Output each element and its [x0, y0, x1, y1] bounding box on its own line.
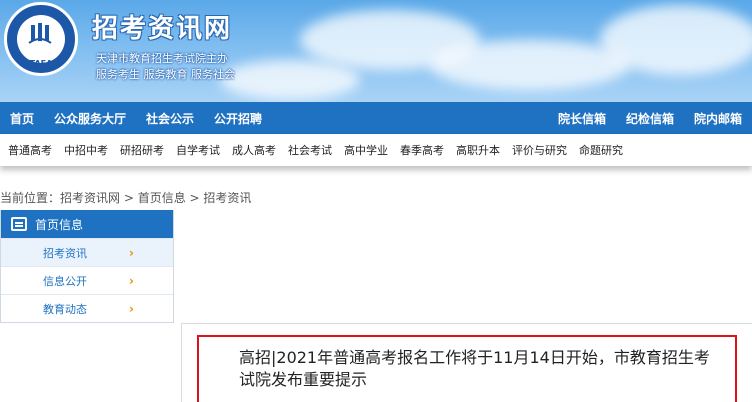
article-title-box: 高招|2021年普通高考报名工作将于11月14日开始，市教育招生考试院发布重要提…	[197, 335, 737, 402]
nav-discipline-mailbox[interactable]: 纪检信箱	[616, 110, 684, 127]
sidebar-item-label: 教育动态	[43, 302, 87, 316]
chevron-right-icon: ›	[129, 273, 134, 288]
subnav-item[interactable]: 中招中考	[58, 142, 114, 158]
subnav-item[interactable]: 命题研究	[573, 142, 629, 158]
subnav-item[interactable]: 评价与研究	[506, 142, 573, 158]
nav-home[interactable]: 首页	[0, 110, 44, 127]
breadcrumb-separator: >	[120, 191, 138, 205]
subnav-item[interactable]: 春季高考	[394, 142, 450, 158]
sidebar-item-label: 招考资讯	[43, 246, 87, 260]
subnav-item[interactable]: 高职升本	[450, 142, 506, 158]
main-nav: 首页 公众服务大厅 社会公示 公开招聘 院长信箱 纪检信箱 院内邮箱	[0, 102, 752, 134]
sidebar-item-information-disclosure[interactable]: 信息公开 ›	[1, 266, 173, 294]
subnav-item[interactable]: 高中学业	[338, 142, 394, 158]
breadcrumb-link[interactable]: 招考资讯	[203, 191, 251, 205]
breadcrumb-prefix: 当前位置：	[0, 191, 61, 205]
sidebar-item-admission-news[interactable]: 招考资讯 ›	[1, 238, 173, 266]
sub-nav: 普通高考 中招中考 研招研考 自学考试 成人高考 社会考试 高中学业 春季高考 …	[0, 134, 752, 166]
sidebar-item-education-news[interactable]: 教育动态 ›	[1, 294, 173, 322]
list-icon	[11, 217, 27, 231]
chevron-right-icon: ›	[129, 245, 134, 260]
breadcrumb-link[interactable]: 首页信息	[138, 191, 186, 205]
breadcrumb-separator: >	[185, 191, 204, 205]
subnav-item[interactable]: 研招研考	[114, 142, 170, 158]
sidebar-title: 首页信息	[35, 217, 84, 232]
breadcrumb: 当前位置：招考资讯网 > 首页信息 > 招考资讯	[0, 189, 251, 206]
subnav-item[interactable]: 社会考试	[282, 142, 338, 158]
site-header: TAEA 招考资讯网 天津市教育招生考试院主办 服务考生 服务教育 服务社会	[0, 0, 752, 102]
site-title[interactable]: 招考资讯网	[92, 8, 232, 45]
breadcrumb-link[interactable]: 招考资讯网	[60, 191, 120, 205]
nav-president-mailbox[interactable]: 院长信箱	[548, 110, 616, 127]
chevron-right-icon: ›	[129, 301, 134, 316]
page: TAEA 招考资讯网 天津市教育招生考试院主办 服务考生 服务教育 服务社会 首…	[0, 0, 752, 402]
sidebar: 首页信息 招考资讯 › 信息公开 › 教育动态 ›	[0, 210, 174, 323]
sidebar-item-label: 信息公开	[43, 274, 87, 288]
sidebar-header: 首页信息	[1, 210, 173, 238]
article-title: 高招|2021年普通高考报名工作将于11月14日开始，市教育招生考试院发布重要提…	[239, 348, 710, 389]
site-slogan: 服务考生 服务教育 服务社会	[96, 68, 235, 81]
logo-text: TAEA	[29, 59, 53, 68]
subnav-item[interactable]: 普通高考	[0, 142, 58, 158]
nav-public-notice[interactable]: 社会公示	[136, 110, 204, 127]
site-subtitle-organizer: 天津市教育招生考试院主办	[96, 52, 228, 65]
subnav-item[interactable]: 自学考试	[170, 142, 226, 158]
nav-open-recruitment[interactable]: 公开招聘	[204, 110, 272, 127]
taea-logo-icon[interactable]: TAEA	[4, 2, 78, 76]
nav-public-service-hall[interactable]: 公众服务大厅	[44, 110, 136, 127]
nav-internal-mail[interactable]: 院内邮箱	[684, 110, 752, 127]
subnav-item[interactable]: 成人高考	[226, 142, 282, 158]
